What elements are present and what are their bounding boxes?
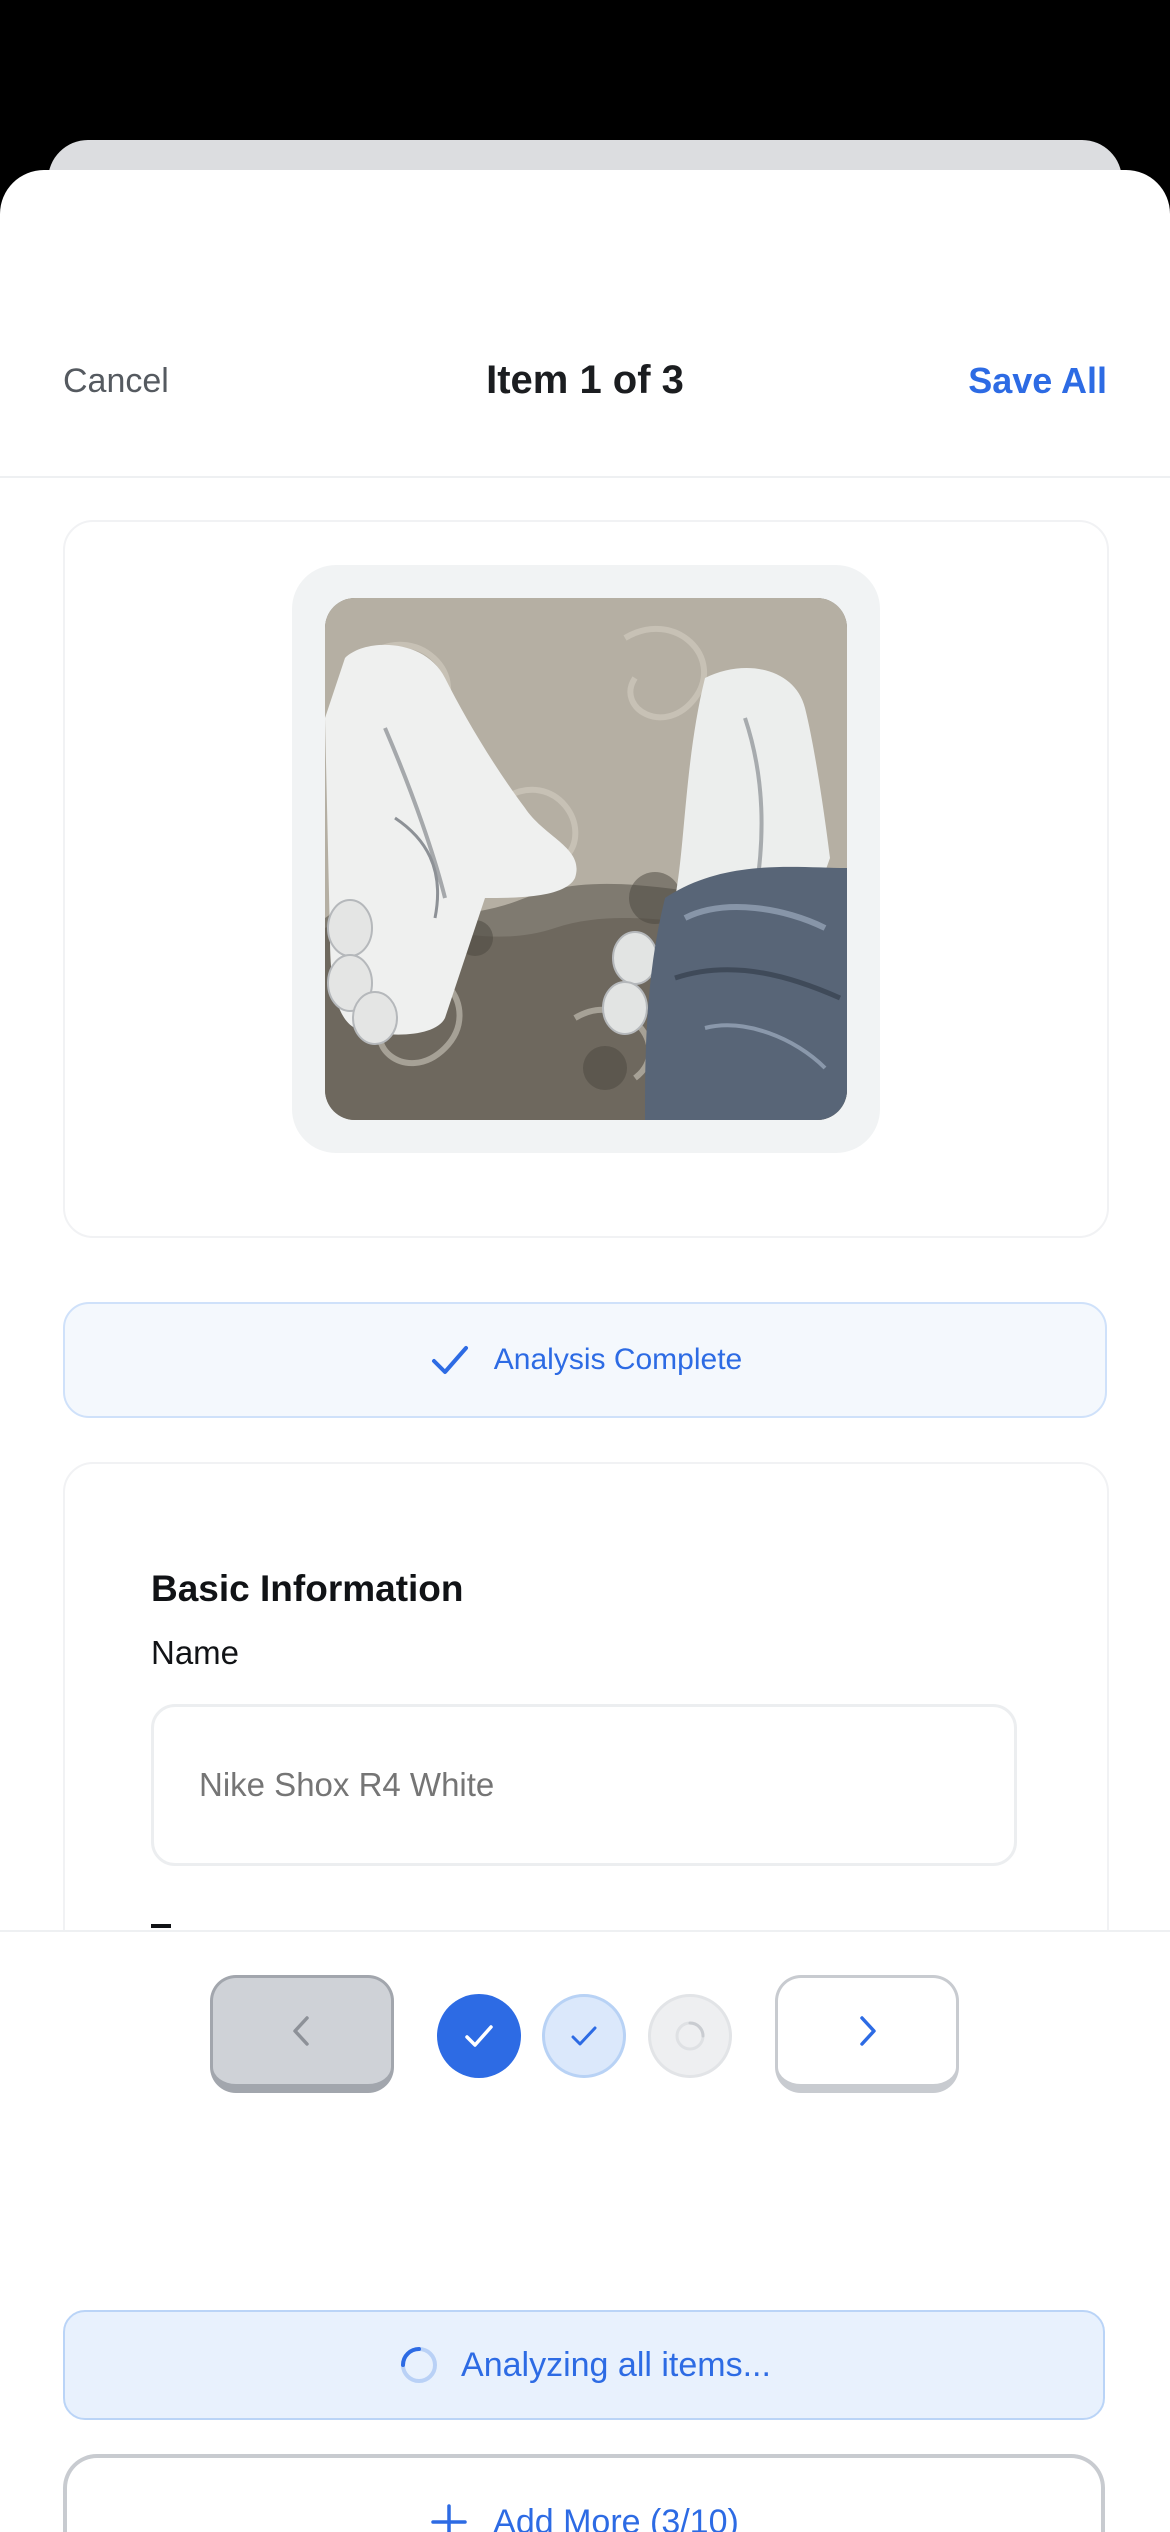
next-field-label [151, 1924, 171, 1928]
check-icon [571, 2026, 597, 2046]
photo-frame [292, 565, 880, 1153]
chevron-right-icon [860, 2016, 876, 2046]
bottom-action-bar: Analyzing all items... Add More (3/10) [0, 1930, 1170, 2532]
analyzing-status-text: Analyzing all items... [461, 2345, 771, 2384]
spinner-icon [675, 2021, 705, 2051]
sheet-header: Cancel Item 1 of 3 Save All [0, 170, 1170, 478]
check-icon [431, 1346, 468, 1374]
item-indicator-1[interactable] [437, 1994, 521, 2078]
item-photo[interactable] [325, 598, 847, 1120]
previous-item-button[interactable] [210, 1975, 394, 2093]
photo-card [63, 520, 1109, 1238]
edit-item-sheet: Cancel Item 1 of 3 Save All Analysis Com… [0, 170, 1170, 2532]
chevron-left-icon [293, 2016, 309, 2046]
save-all-button[interactable]: Save All [968, 360, 1107, 402]
name-label: Name [151, 1634, 240, 1671]
analyzing-status-banner: Analyzing all items... [63, 2310, 1105, 2420]
check-icon [465, 2025, 493, 2047]
add-more-label: Add More (3/10) [493, 2502, 739, 2532]
analysis-status-text: Analysis Complete [493, 1343, 743, 1376]
spinner-icon [401, 2347, 438, 2383]
item-indicator-3[interactable] [648, 1994, 732, 2078]
plus-icon [431, 2504, 467, 2532]
add-more-button[interactable]: Add More (3/10) [63, 2454, 1105, 2532]
analysis-status-banner: Analysis Complete [63, 1302, 1107, 1418]
name-input[interactable] [151, 1704, 1017, 1866]
item-indicator-2[interactable] [542, 1994, 626, 2078]
section-title: Basic Information [151, 1568, 464, 1609]
next-item-button[interactable] [775, 1975, 959, 2093]
